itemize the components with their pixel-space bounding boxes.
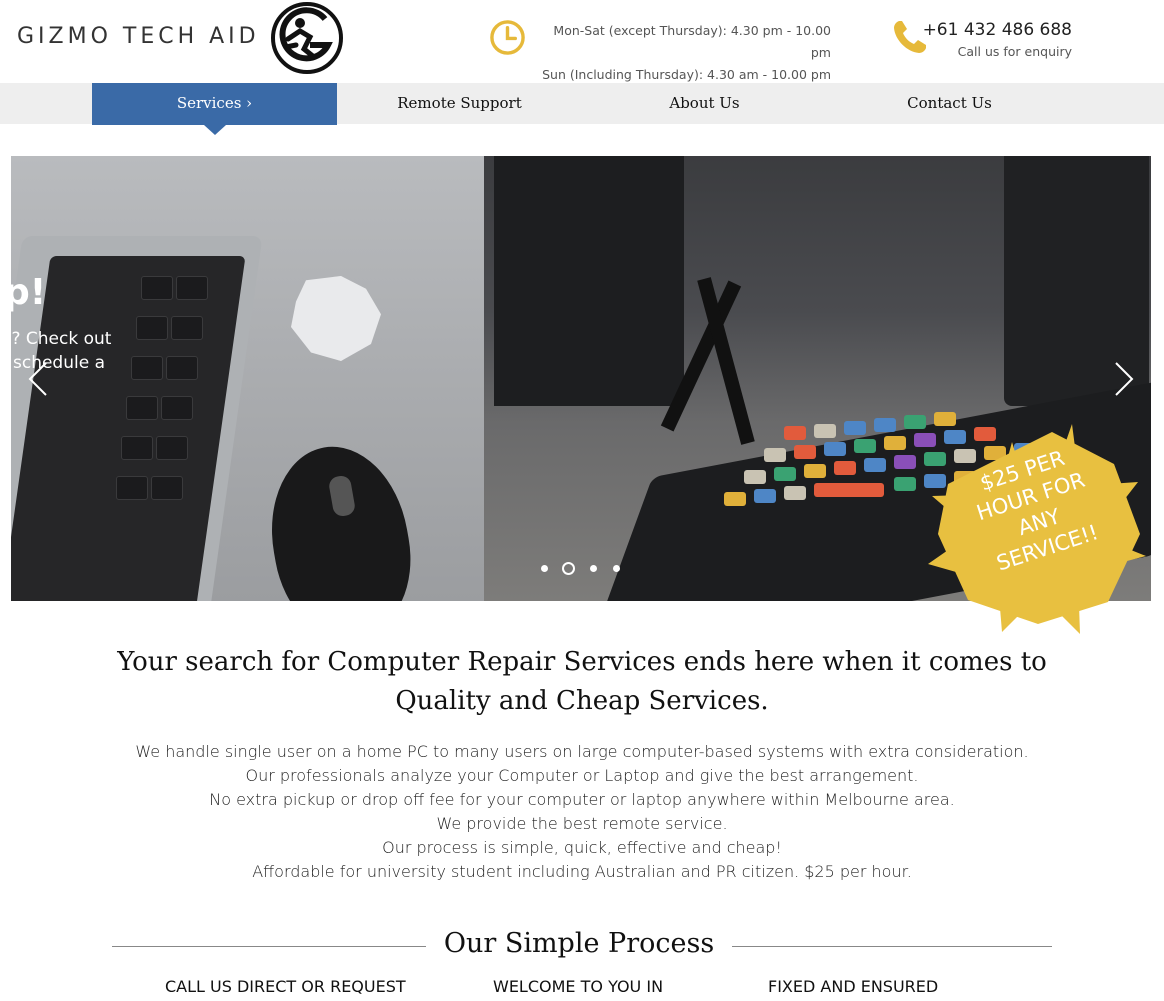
- intro-paragraph: We handle single user on a home PC to ma…: [100, 740, 1064, 884]
- intro-line: We provide the best remote service.: [436, 814, 728, 833]
- site-header: GIZMO TECH AID Mon-Sat (except Thursday)…: [0, 0, 1164, 83]
- hours-weekday: Mon-Sat (except Thursday): 4.30 pm - 10.…: [553, 23, 831, 60]
- nav-item-services[interactable]: Services ›: [92, 83, 337, 135]
- process-step-1: CALL US DIRECT OR REQUEST: [165, 977, 406, 996]
- gizmo-g-logo-icon[interactable]: [270, 1, 344, 75]
- slide-indicator: [538, 562, 628, 576]
- process-step-3: FIXED AND ENSURED: [768, 977, 939, 996]
- brand-name[interactable]: GIZMO TECH AID: [17, 24, 260, 49]
- slide-heading: p!: [11, 272, 47, 313]
- chevron-left-icon[interactable]: [26, 361, 50, 397]
- process-step-2: WELCOME TO YOU IN: [493, 977, 664, 996]
- slide-dot-1[interactable]: [541, 565, 548, 572]
- slide-dot-4[interactable]: [613, 565, 620, 572]
- intro-line: We handle single user on a home PC to ma…: [135, 742, 1029, 761]
- intro-line: Our process is simple, quick, effective …: [382, 838, 782, 857]
- chevron-right-icon[interactable]: [1112, 361, 1136, 397]
- business-hours: Mon-Sat (except Thursday): 4.30 pm - 10.…: [530, 20, 831, 86]
- intro-line: No extra pickup or drop off fee for your…: [209, 790, 955, 809]
- nav-item-remote-support[interactable]: Remote Support: [337, 83, 582, 124]
- slide-image-laptop: [11, 156, 484, 601]
- nav-item-about-us[interactable]: About Us: [582, 83, 827, 124]
- main-nav: Services › Remote Support About Us Conta…: [0, 83, 1164, 135]
- divider-left: [112, 946, 426, 947]
- intro-line: Affordable for university student includ…: [252, 862, 912, 881]
- headline-line-2: Quality and Cheap Services.: [395, 686, 769, 716]
- phone-number[interactable]: +61 432 486 688: [920, 20, 1072, 40]
- slide-text-line-1: e? Check out: [11, 329, 112, 349]
- intro-line: Our professionals analyze your Computer …: [245, 766, 919, 785]
- process-title: Our Simple Process: [443, 928, 715, 959]
- page-headline: Your search for Computer Repair Services…: [100, 643, 1064, 721]
- slide-dot-2[interactable]: [562, 562, 575, 575]
- phone-caption: Call us for enquiry: [957, 44, 1072, 59]
- slide-dot-3[interactable]: [590, 565, 597, 572]
- divider-right: [732, 946, 1052, 947]
- clock-icon: [490, 20, 525, 55]
- nav-item-contact-us[interactable]: Contact Us: [827, 83, 1072, 124]
- headline-line-1: Your search for Computer Repair Services…: [117, 647, 1047, 677]
